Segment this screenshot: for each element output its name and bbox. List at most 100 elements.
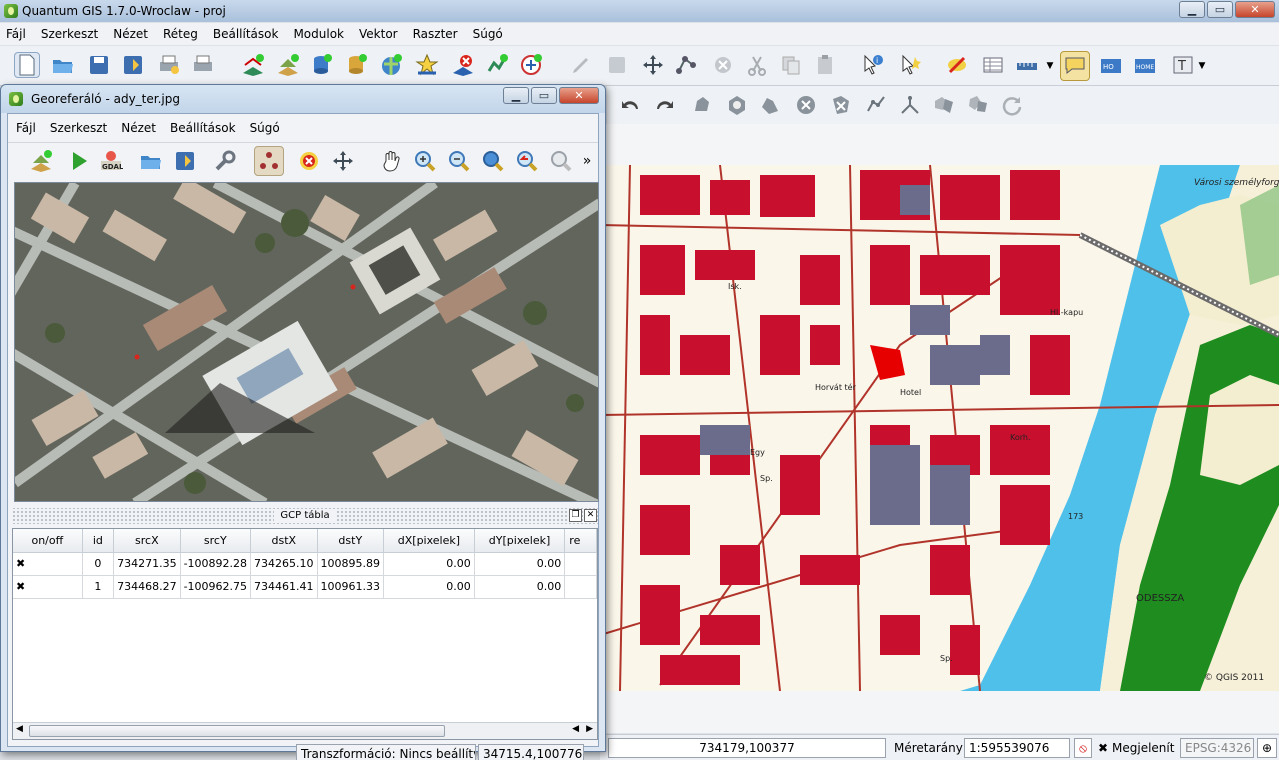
delete-ring-icon[interactable] bbox=[793, 92, 819, 118]
print-composer-icon[interactable] bbox=[156, 52, 182, 78]
print-icon[interactable] bbox=[190, 52, 216, 78]
georeferencer-image-canvas[interactable] bbox=[14, 182, 599, 502]
render-checkbox[interactable]: ✖ bbox=[1098, 738, 1108, 758]
col-srcy[interactable]: srcY bbox=[180, 529, 252, 553]
menu-edit[interactable]: Szerkeszt bbox=[41, 27, 98, 41]
delete-point-icon[interactable] bbox=[296, 148, 322, 174]
add-wfs-layer-icon[interactable] bbox=[518, 52, 544, 78]
col-id[interactable]: id bbox=[82, 529, 115, 553]
georef-maximize-button[interactable]: ▭ bbox=[531, 87, 557, 104]
map-tips-icon[interactable] bbox=[1060, 51, 1090, 81]
measure-line-icon[interactable] bbox=[1014, 52, 1040, 78]
col-dx[interactable]: dX[pixelek] bbox=[383, 529, 475, 553]
save-gcp-icon[interactable] bbox=[172, 148, 198, 174]
transformation-settings-icon[interactable] bbox=[212, 148, 238, 174]
col-on-off[interactable]: on/off bbox=[13, 529, 83, 553]
toggle-editing-icon[interactable] bbox=[568, 52, 594, 78]
menu-settings[interactable]: Beállítások bbox=[213, 27, 279, 41]
scroll-left-arrow-icon[interactable]: ◀ bbox=[572, 724, 579, 734]
map-canvas[interactable]: Városi személyforgalmi rév ODESSZA © QGI… bbox=[600, 165, 1279, 691]
add-ring-icon[interactable] bbox=[724, 92, 750, 118]
add-wms-layer-icon[interactable] bbox=[378, 52, 404, 78]
col-residual[interactable]: re bbox=[564, 529, 597, 553]
remove-layer-icon[interactable] bbox=[450, 52, 476, 78]
col-dy[interactable]: dY[pixelek] bbox=[474, 529, 566, 553]
split-features-icon[interactable] bbox=[897, 92, 923, 118]
georef-menu-help[interactable]: Súgó bbox=[250, 121, 280, 135]
merge-features-icon[interactable] bbox=[931, 92, 957, 118]
show-bookmarks-icon[interactable]: HOME bbox=[1132, 52, 1158, 78]
dsty-cell[interactable]: 100961.33 bbox=[317, 575, 385, 599]
undo-icon[interactable] bbox=[617, 92, 643, 118]
dsty-cell[interactable]: 100895.89 bbox=[317, 552, 385, 576]
reshape-features-icon[interactable] bbox=[863, 92, 889, 118]
scale-input[interactable]: 1:595539076 bbox=[964, 738, 1070, 758]
zoom-next-icon[interactable] bbox=[548, 148, 574, 174]
deselect-all-icon[interactable] bbox=[944, 52, 970, 78]
stop-render-icon[interactable]: ⦸ bbox=[1074, 738, 1092, 758]
pan-hand-icon[interactable] bbox=[378, 148, 404, 174]
cut-features-icon[interactable] bbox=[744, 52, 770, 78]
save-project-icon[interactable] bbox=[86, 52, 112, 78]
scrollbar-thumb[interactable] bbox=[29, 725, 445, 737]
load-gcp-icon[interactable] bbox=[138, 148, 164, 174]
zoom-to-layer-icon[interactable] bbox=[480, 148, 506, 174]
table-row[interactable]: ✖ 0 734271.35 -100892.28 734265.10 10089… bbox=[13, 552, 597, 576]
node-tool-icon[interactable] bbox=[674, 52, 700, 78]
simplify-feature-icon[interactable] bbox=[689, 92, 715, 118]
menu-view[interactable]: Nézet bbox=[113, 27, 148, 41]
dstx-cell[interactable]: 734461.41 bbox=[250, 575, 318, 599]
menu-vector[interactable]: Vektor bbox=[359, 27, 398, 41]
add-point-icon[interactable] bbox=[254, 146, 284, 176]
new-bookmark-icon[interactable]: HO bbox=[1098, 52, 1124, 78]
col-dstx[interactable]: dstX bbox=[250, 529, 318, 553]
identify-features-icon[interactable]: i bbox=[860, 52, 886, 78]
menu-raster[interactable]: Raszter bbox=[413, 27, 458, 41]
georef-close-button[interactable]: ✕ bbox=[559, 87, 599, 104]
zoom-last-icon[interactable] bbox=[514, 148, 540, 174]
redo-icon[interactable] bbox=[652, 92, 678, 118]
text-annotation-icon[interactable]: T bbox=[1170, 52, 1196, 78]
generate-gdal-script-icon[interactable]: GDAL bbox=[98, 148, 124, 174]
copy-features-icon[interactable] bbox=[778, 52, 804, 78]
horizontal-scrollbar[interactable]: ◀ ◀ ▶ bbox=[13, 722, 597, 739]
menu-plugins[interactable]: Modulok bbox=[293, 27, 344, 41]
gcp-marker-1[interactable] bbox=[134, 354, 140, 360]
maximize-button[interactable]: ▭ bbox=[1207, 1, 1233, 18]
toolbar-overflow-icon[interactable]: » bbox=[580, 148, 594, 174]
georef-menu-file[interactable]: Fájl bbox=[16, 121, 36, 135]
gcp-enabled-checkbox[interactable]: ✖ bbox=[13, 575, 83, 599]
menu-layer[interactable]: Réteg bbox=[163, 27, 198, 41]
scroll-left-icon[interactable]: ◀ bbox=[16, 724, 23, 734]
rotate-point-symbols-icon[interactable] bbox=[999, 92, 1025, 118]
attribute-table-icon[interactable] bbox=[980, 52, 1006, 78]
move-gcp-point-icon[interactable] bbox=[330, 148, 356, 174]
add-spatialite-layer-icon[interactable] bbox=[343, 52, 369, 78]
gcp-enabled-checkbox[interactable]: ✖ bbox=[13, 552, 83, 576]
annotation-dropdown-icon[interactable]: ▼ bbox=[1196, 60, 1208, 72]
new-vector-layer-icon[interactable] bbox=[484, 52, 510, 78]
move-feature-icon[interactable] bbox=[640, 52, 666, 78]
paste-features-icon[interactable] bbox=[812, 52, 838, 78]
new-shapefile-icon[interactable] bbox=[414, 52, 440, 78]
merge-attributes-icon[interactable] bbox=[965, 92, 991, 118]
projection-globe-icon[interactable]: ⊕ bbox=[1257, 738, 1277, 758]
menu-help[interactable]: Súgó bbox=[473, 27, 503, 41]
col-srcx[interactable]: srcX bbox=[113, 529, 181, 553]
open-raster-icon[interactable] bbox=[28, 148, 54, 174]
close-button[interactable]: ✕ bbox=[1235, 1, 1275, 18]
gcp-marker-0[interactable] bbox=[350, 284, 356, 290]
save-edits-icon[interactable] bbox=[604, 52, 630, 78]
scroll-right-icon[interactable]: ▶ bbox=[586, 724, 593, 734]
zoom-out-icon[interactable] bbox=[446, 148, 472, 174]
zoom-in-icon[interactable] bbox=[412, 148, 438, 174]
start-georeferencing-icon[interactable] bbox=[66, 148, 92, 174]
table-row[interactable]: ✖ 1 734468.27 -100962.75 734461.41 10096… bbox=[13, 575, 597, 599]
add-part-icon[interactable] bbox=[758, 92, 784, 118]
col-dsty[interactable]: dstY bbox=[317, 529, 385, 553]
crs-button[interactable]: EPSG:4326 bbox=[1180, 738, 1254, 758]
add-postgis-layer-icon[interactable] bbox=[308, 52, 334, 78]
add-raster-layer-icon[interactable] bbox=[275, 52, 301, 78]
save-as-icon[interactable] bbox=[120, 52, 146, 78]
add-vector-layer-icon[interactable] bbox=[240, 52, 266, 78]
